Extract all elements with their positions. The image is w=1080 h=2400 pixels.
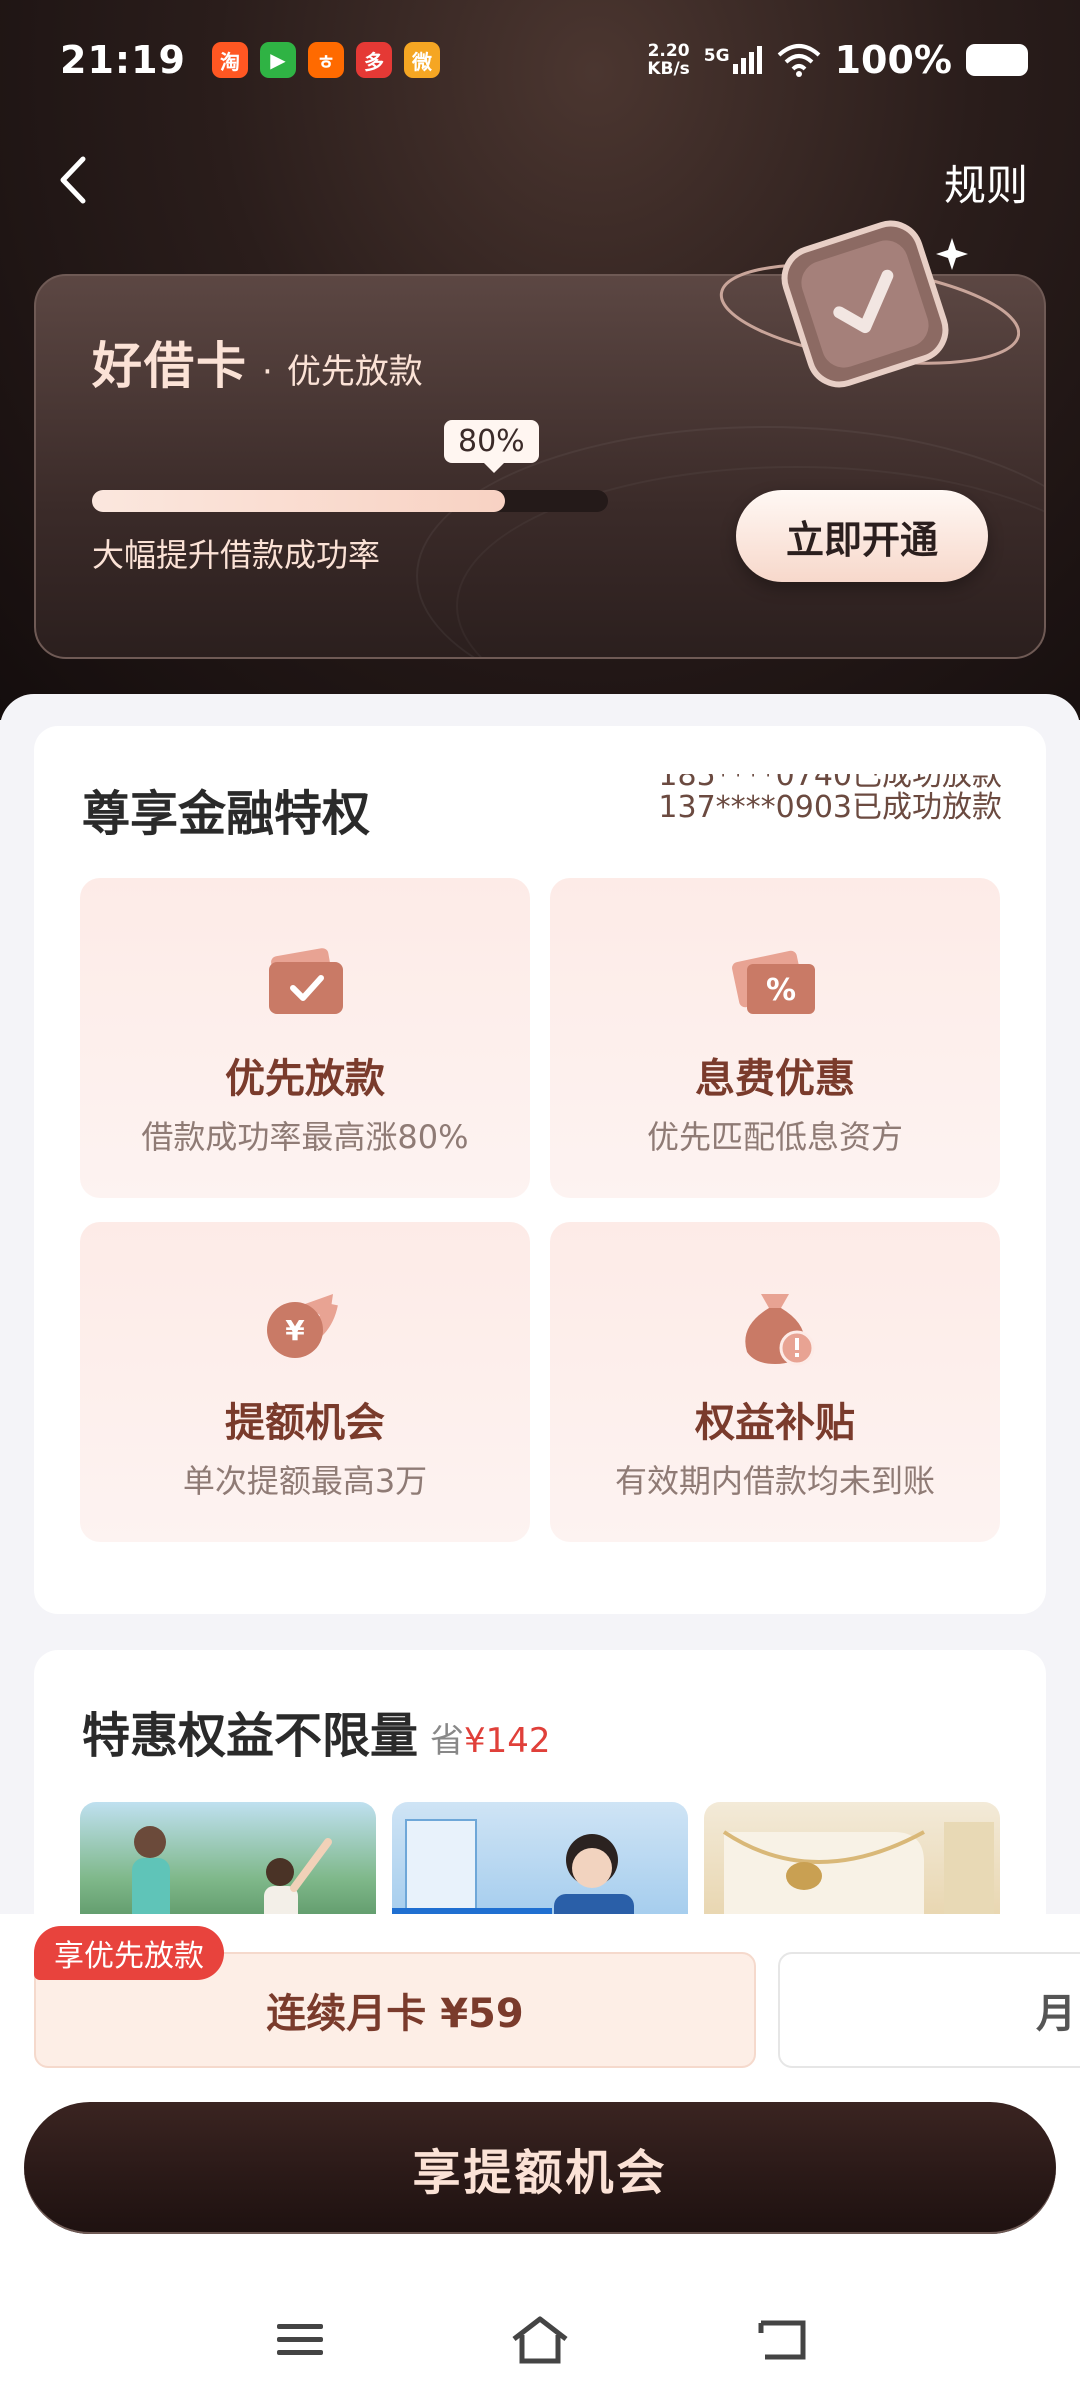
notification-icons: 淘 ▶ ㅎ 多 微 xyxy=(211,42,440,78)
open-now-button[interactable]: 立即开通 xyxy=(736,490,988,582)
discount-coupon-icon: % xyxy=(732,950,815,1014)
svg-text:¥: ¥ xyxy=(285,1314,305,1347)
card-description: 大幅提升借款成功率 xyxy=(92,536,381,574)
home-nav-button[interactable] xyxy=(508,2308,572,2372)
menu-icon xyxy=(277,2324,323,2355)
privileges-title: 尊享金融特权 xyxy=(82,786,371,842)
privileges-panel: 尊享金融特权 185****0740已成功放款 137****0903已成功放款… xyxy=(34,726,1046,1614)
system-nav-bar xyxy=(0,2280,1080,2400)
weibo-icon: 微 xyxy=(403,42,440,78)
home-icon xyxy=(512,2316,568,2364)
progress-bar xyxy=(92,490,608,512)
loan-ticker: 185****0740已成功放款 137****0903已成功放款 xyxy=(658,774,1002,825)
status-bar: 21:19 淘 ▶ ㅎ 多 微 2.20 KB/s 5G 100% xyxy=(0,0,1080,120)
chevron-left-icon xyxy=(60,156,86,204)
app-icon: ㅎ xyxy=(307,42,344,78)
checkmark-badge-icon xyxy=(719,220,1020,388)
progress-badge: 80% xyxy=(444,420,539,473)
back-button[interactable] xyxy=(42,150,102,210)
privilege-card-limit-increase[interactable]: ¥ 提额机会 单次提额最高3万 xyxy=(80,1222,530,1542)
savings-label: 省¥142 xyxy=(430,1721,551,1761)
status-right: 2.20 KB/s 5G 100% xyxy=(647,38,1028,82)
back-nav-button[interactable] xyxy=(750,2308,814,2372)
rules-link[interactable]: 规则 xyxy=(944,152,1028,213)
signal-icon: 5G xyxy=(704,46,763,74)
priority-loan-tag: 享优先放款 xyxy=(34,1926,224,1980)
status-time: 21:19 xyxy=(60,38,186,82)
wallet-check-icon xyxy=(269,948,343,1014)
shopping-icon: 多 xyxy=(355,42,392,78)
privilege-card-priority-loan[interactable]: 优先放款 借款成功率最高涨80% xyxy=(80,878,530,1198)
money-bag-alert-icon xyxy=(745,1294,815,1366)
card-title: 好借卡 · 优先放款 xyxy=(92,337,423,395)
taobao-icon: 淘 xyxy=(211,42,248,78)
plan-other-card[interactable]: 月 xyxy=(778,1952,1080,2068)
progress-fill xyxy=(92,490,505,512)
privilege-card-subsidy[interactable]: 权益补贴 有效期内借款均未到账 xyxy=(550,1222,1000,1542)
video-app-icon: ▶ xyxy=(259,42,296,78)
cta-button[interactable]: 享提额机会 xyxy=(24,2102,1056,2234)
menu-nav-button[interactable] xyxy=(268,2308,332,2372)
net-speed: 2.20 KB/s xyxy=(647,41,690,79)
privilege-card-interest-discount[interactable]: % 息费优惠 优先匹配低息资方 xyxy=(550,878,1000,1198)
wifi-icon xyxy=(777,44,820,77)
benefits-title: 特惠权益不限量 省¥142 xyxy=(82,1708,551,1764)
battery-percent: 100% xyxy=(834,38,952,82)
yuan-up-icon: ¥ xyxy=(267,1294,338,1358)
battery-icon xyxy=(966,44,1028,76)
return-icon xyxy=(758,2320,806,2360)
svg-text:%: % xyxy=(766,973,796,1008)
